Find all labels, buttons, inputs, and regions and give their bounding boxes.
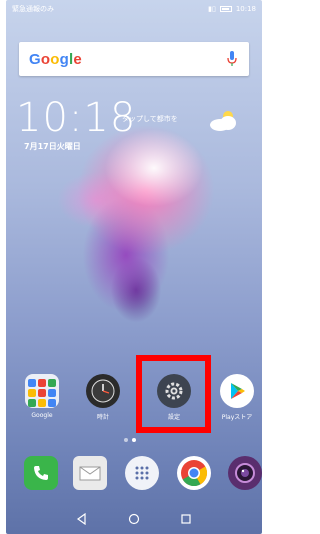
- camera-icon: [228, 456, 262, 490]
- app-label-google: Google: [31, 412, 53, 419]
- status-bar: 緊急通報のみ ▮▯ 10:18: [6, 0, 262, 18]
- dock-app-drawer[interactable]: [117, 456, 167, 490]
- google-search-bar[interactable]: Google: [19, 42, 249, 76]
- play-store-icon: [220, 374, 254, 408]
- dock-messages[interactable]: [65, 456, 115, 490]
- mic-icon[interactable]: [225, 49, 239, 69]
- settings-highlight-box: [136, 355, 211, 433]
- app-label-play-store: Playストア: [221, 414, 253, 421]
- page-dot-active: [132, 438, 136, 442]
- messages-icon: [73, 456, 107, 490]
- app-clock[interactable]: 時計: [78, 374, 128, 421]
- status-icons: ▮▯ 10:18: [208, 5, 256, 13]
- dock-phone[interactable]: [16, 456, 66, 490]
- app-google-folder[interactable]: Google: [17, 374, 67, 419]
- back-icon[interactable]: [75, 512, 89, 526]
- weather-tap-text[interactable]: タップして都市を: [122, 114, 178, 124]
- google-logo: Google: [29, 50, 82, 68]
- signal-icon: ▮▯: [208, 5, 216, 13]
- dock-camera[interactable]: [220, 456, 262, 490]
- lockscreen-date: 7月17日火曜日: [24, 142, 81, 151]
- carrier-text: 緊急通報のみ: [12, 5, 54, 13]
- google-folder-icon: [25, 374, 59, 408]
- recents-icon[interactable]: [179, 512, 193, 526]
- home-icon[interactable]: [127, 512, 141, 526]
- home-screen: 緊急通報のみ ▮▯ 10:18 Google 10:18 タップして都市を 7月…: [6, 0, 262, 534]
- phone-icon: [24, 456, 58, 490]
- battery-icon: [219, 6, 232, 12]
- app-label-clock: 時計: [96, 414, 109, 421]
- status-time: 10:18: [235, 5, 256, 13]
- lockscreen-clock: 10:18: [16, 95, 137, 141]
- app-play-store[interactable]: Playストア: [212, 374, 262, 421]
- page-dot: [124, 438, 128, 442]
- page-indicator: [124, 438, 136, 442]
- navigation-bar: [6, 504, 262, 534]
- clock-icon: [86, 374, 120, 408]
- weather-cloud-icon[interactable]: [206, 108, 242, 134]
- chrome-icon: [177, 456, 211, 490]
- dock-chrome[interactable]: [169, 456, 219, 490]
- app-drawer-icon: [125, 456, 159, 490]
